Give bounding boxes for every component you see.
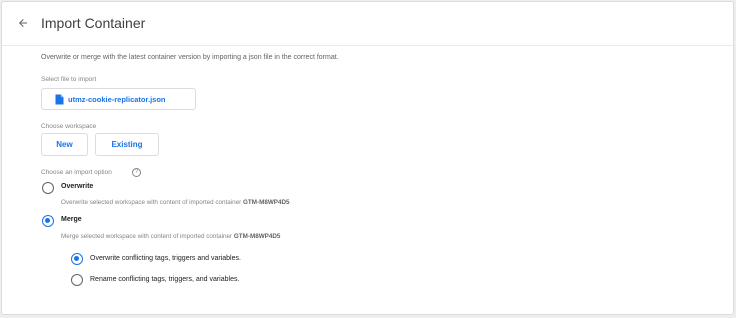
overwrite-option-description: Overwrite selected workspace with conten… [61, 199, 290, 206]
rename-conflicting-label: Rename conflicting tags, triggers, and v… [90, 276, 240, 283]
overwrite-conflicting-label: Overwrite conflicting tags, triggers and… [90, 255, 241, 262]
container-id: GTM-M8WP4D5 [233, 233, 281, 240]
existing-workspace-button[interactable]: Existing [95, 133, 159, 156]
import-description: Overwrite or merge with the latest conta… [41, 54, 339, 61]
choose-workspace-label: Choose workspace [41, 123, 97, 130]
overwrite-option-title: Overwrite [61, 183, 94, 190]
import-container-panel: Import Container Overwrite or merge with… [1, 1, 734, 315]
arrow-left-icon [19, 19, 27, 27]
overwrite-conflicting-radio[interactable] [71, 253, 83, 265]
merge-radio[interactable] [42, 215, 54, 227]
merge-option-description: Merge selected workspace with content of… [61, 233, 281, 240]
rename-conflicting-radio[interactable] [71, 274, 83, 286]
new-workspace-button[interactable]: New [41, 133, 88, 156]
file-icon [55, 94, 64, 104]
merge-option-title: Merge [61, 216, 82, 223]
select-file-label: Select file to import [41, 76, 97, 83]
page-title: Import Container [41, 15, 146, 31]
container-id: GTM-M8WP4D5 [243, 199, 290, 206]
overwrite-radio[interactable] [42, 182, 54, 194]
selected-file-name: utmz-cookie-replicator.json [68, 94, 166, 104]
import-option-label: Choose an import option [41, 169, 112, 176]
select-file-button[interactable]: utmz-cookie-replicator.json [41, 88, 196, 110]
page-header: Import Container [2, 2, 733, 46]
help-circle-icon[interactable]: ? [132, 168, 141, 177]
back-button[interactable] [13, 13, 33, 33]
